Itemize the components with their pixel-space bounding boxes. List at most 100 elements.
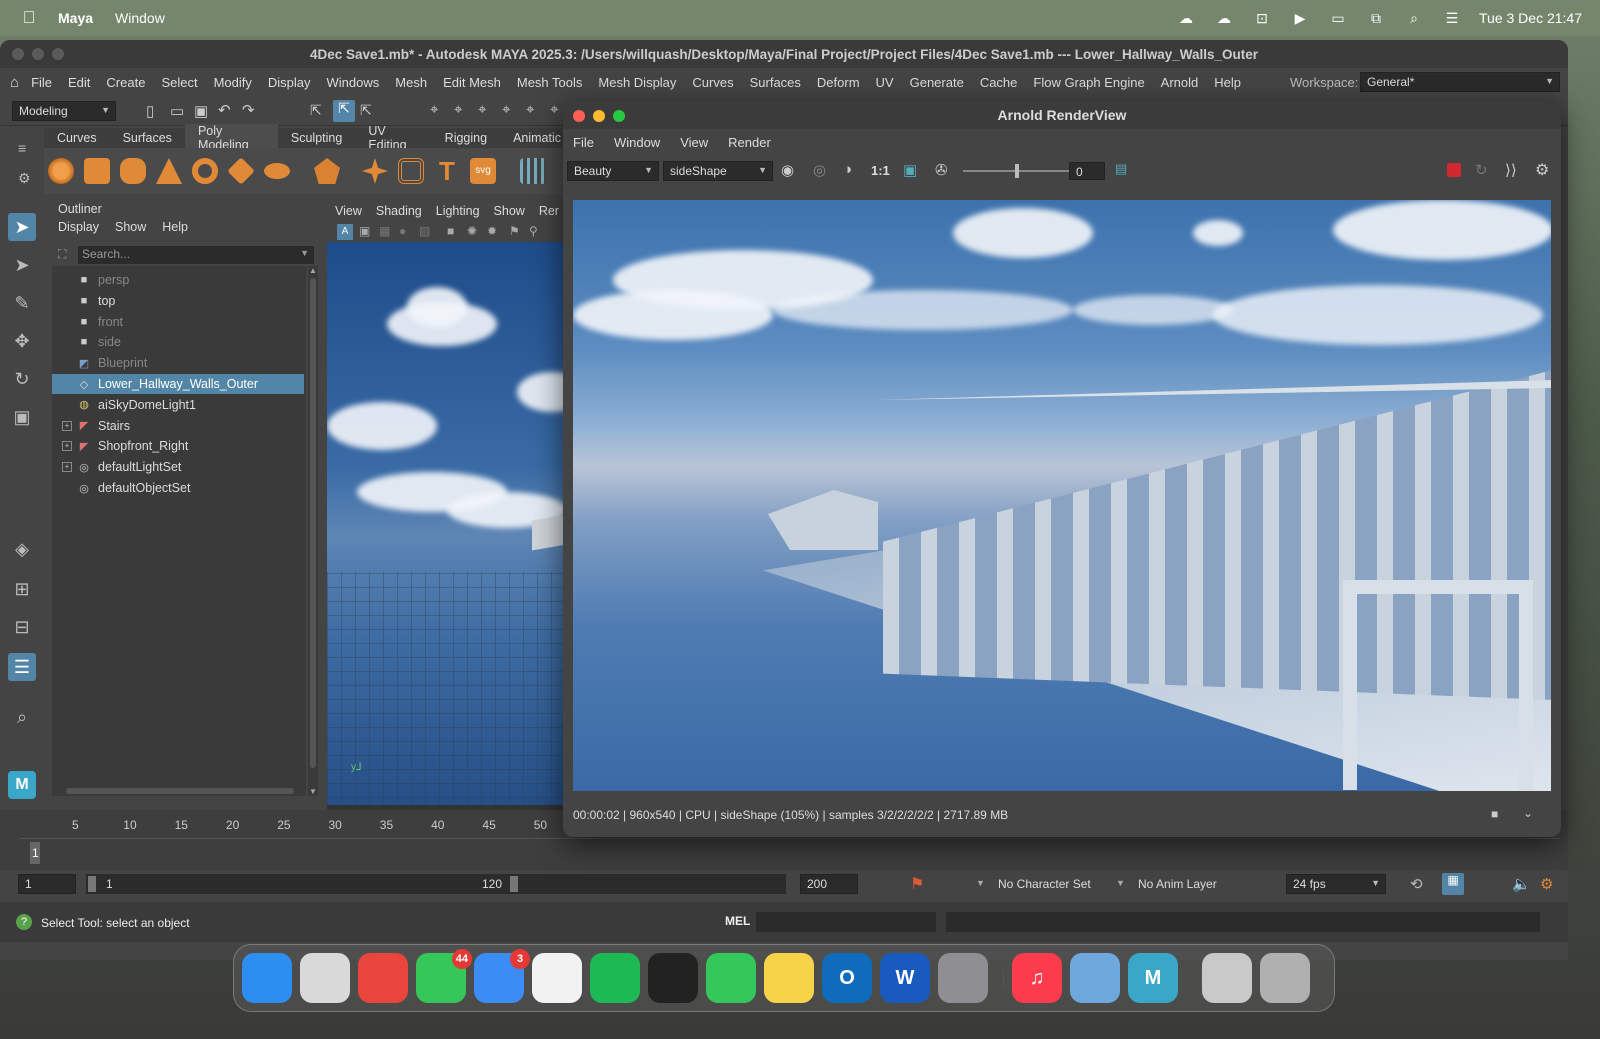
range-end-handle[interactable] (510, 876, 518, 892)
menu-mesh-display[interactable]: Mesh Display (598, 75, 676, 90)
mel-command-input[interactable] (756, 912, 936, 932)
outliner-menu-show[interactable]: Show (115, 220, 146, 234)
camera-dropdown[interactable]: sideShape ▼ (663, 161, 773, 181)
menu-mesh-tools[interactable]: Mesh Tools (517, 75, 583, 90)
menu-modify[interactable]: Modify (214, 75, 252, 90)
shelf-toggle-icon[interactable]: ≡ (18, 140, 26, 156)
shelf-tab-rigging[interactable]: Rigging (432, 131, 500, 145)
word-icon[interactable]: W (880, 953, 930, 1003)
menu-set-dropdown[interactable]: Modeling ▼ (12, 101, 116, 121)
menu-curves[interactable]: Curves (692, 75, 733, 90)
minimize-button[interactable] (593, 110, 605, 122)
mel-label[interactable]: MEL (725, 914, 750, 928)
shelf-tab-surfaces[interactable]: Surfaces (110, 131, 185, 145)
menu-mesh[interactable]: Mesh (395, 75, 427, 90)
menu-cache[interactable]: Cache (980, 75, 1018, 90)
filter-icon[interactable]: ⛶ (58, 247, 66, 262)
log-icon[interactable]: ▤ (1115, 161, 1127, 177)
menubar-clock[interactable]: Tue 3 Dec 21:47 (1479, 10, 1582, 26)
chevron-down-icon[interactable]: ⌄ (1523, 806, 1533, 820)
grid-icon[interactable] (520, 158, 546, 184)
end-frame-field[interactable]: 200 (800, 874, 858, 894)
character-set-dropdown[interactable]: No Character Set (998, 877, 1091, 891)
outliner-layout-icon[interactable]: ☰ (8, 653, 36, 681)
viewport-menu-show[interactable]: Show (494, 204, 525, 218)
outlook-status-icon[interactable]: ⊡ (1251, 10, 1273, 26)
apple-icon[interactable]:  (20, 8, 38, 27)
outliner-scrollbar[interactable]: ▲ ▼ (308, 266, 318, 796)
viewport-scene[interactable]: y⅃ (327, 242, 567, 805)
outliner-item[interactable]: ◎ defaultObjectSet (52, 478, 304, 498)
platonic-solid-icon[interactable] (314, 158, 340, 184)
screen-mirroring-icon[interactable]: ⧉ (1365, 10, 1387, 26)
shadows-icon[interactable]: ✹ (487, 224, 497, 238)
svg-tool-icon[interactable]: svg (470, 158, 496, 184)
isolate-icon[interactable]: ⚲ (529, 224, 538, 238)
hscroll-thumb[interactable] (66, 788, 294, 794)
shading-icon[interactable]: ● (399, 224, 406, 238)
menu-surfaces[interactable]: Surfaces (750, 75, 801, 90)
camera-attributes-icon[interactable]: A (337, 224, 353, 240)
unity-icon[interactable] (648, 953, 698, 1003)
keyframe-marker-icon[interactable]: ⚑ (910, 874, 924, 894)
battery-icon[interactable]: ▭ (1327, 10, 1349, 26)
select-hierarchy-icon[interactable]: ⇱ (310, 102, 322, 119)
workspace-dropdown[interactable]: General* ▼ (1360, 72, 1560, 92)
select-object-icon[interactable]: ⇱ (333, 100, 355, 122)
expand-icon[interactable]: + (62, 462, 72, 473)
menu-display[interactable]: Display (268, 75, 311, 90)
menu-flow-graph-engine[interactable]: Flow Graph Engine (1033, 75, 1144, 90)
open-scene-icon[interactable]: ▭ (170, 102, 184, 120)
new-scene-icon[interactable]: ▯ (146, 102, 154, 120)
exposure-field[interactable]: 0 (1069, 162, 1105, 180)
menubar-item-window[interactable]: Window (115, 10, 165, 26)
sweep-mesh-icon[interactable] (398, 158, 424, 184)
snap-surface-icon[interactable]: ⌖ (526, 101, 534, 118)
preferences-icon[interactable]: ⚙ (1540, 875, 1553, 893)
two-view-icon[interactable]: ⊟ (8, 613, 36, 641)
ratio-button[interactable]: 1:1 (871, 163, 890, 178)
menu-edit[interactable]: Edit (68, 75, 90, 90)
menu-generate[interactable]: Generate (910, 75, 964, 90)
menu-windows[interactable]: Windows (327, 75, 380, 90)
menu-file[interactable]: File (31, 75, 52, 90)
outliner-item[interactable]: + ◎ defaultLightSet (52, 457, 304, 477)
type-tool-icon[interactable]: T (434, 158, 460, 184)
start-frame-field[interactable]: 1 (18, 874, 76, 894)
system-settings-icon[interactable] (938, 953, 988, 1003)
single-view-icon[interactable]: ◈ (8, 535, 36, 563)
grid-toggle-icon[interactable]: ▦ (379, 224, 390, 238)
facetime-icon[interactable] (706, 953, 756, 1003)
outliner-item[interactable]: + ◤ Shopfront_Right (52, 436, 304, 456)
scroll-thumb[interactable] (310, 278, 316, 768)
viewport-menu-shading[interactable]: Shading (376, 204, 422, 218)
exposure-slider[interactable] (963, 164, 1073, 178)
outliner-item[interactable]: ■ side (52, 332, 304, 352)
rotate-tool-icon[interactable]: ↻ (8, 365, 36, 393)
display-settings-icon[interactable]: ◉ (781, 161, 794, 179)
save-scene-icon[interactable]: ▣ (194, 102, 208, 120)
outliner-item[interactable]: + ◤ Stairs (52, 416, 304, 436)
shelf-tab-sculpting[interactable]: Sculpting (278, 131, 355, 145)
outliner-item[interactable]: ■ front (52, 312, 304, 332)
menu-deform[interactable]: Deform (817, 75, 860, 90)
paint-select-icon[interactable]: ✎ (8, 289, 36, 317)
control-center-icon[interactable]: ☰ (1441, 10, 1463, 26)
refresh-icon[interactable]: ✇ (935, 161, 948, 179)
finder-icon[interactable] (242, 953, 292, 1003)
viewport-menu-renderer[interactable]: Rer (539, 204, 559, 218)
expand-icon[interactable]: + (62, 441, 72, 452)
poly-plane-icon[interactable] (227, 157, 255, 185)
arnold-menu-window[interactable]: Window (614, 135, 660, 150)
outliner-menu-display[interactable]: Display (58, 220, 99, 234)
alpha-channel-icon[interactable]: ◑ (843, 161, 852, 178)
shelf-tab-curves[interactable]: Curves (44, 131, 110, 145)
preview-icon[interactable] (1070, 953, 1120, 1003)
outliner-hscrollbar[interactable] (54, 786, 304, 796)
camera-icon[interactable]: ■ (447, 224, 454, 238)
four-view-icon[interactable]: ⊞ (8, 575, 36, 603)
menu-select[interactable]: Select (161, 75, 197, 90)
outliner-item[interactable]: ■ persp (52, 270, 304, 290)
outliner-menu-help[interactable]: Help (162, 220, 188, 234)
arnold-menu-render[interactable]: Render (728, 135, 771, 150)
